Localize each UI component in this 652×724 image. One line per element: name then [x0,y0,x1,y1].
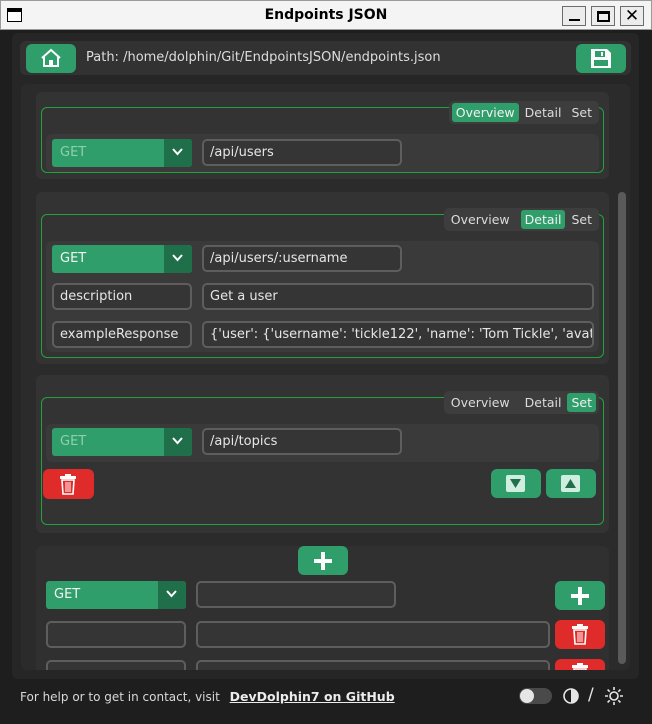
tab-set[interactable]: Set [567,210,596,229]
new-detail-value-field[interactable] [196,621,550,648]
github-link[interactable]: DevDolphin7 on GitHub [230,689,395,704]
tab-overview[interactable]: Overview [447,210,514,229]
tab-detail[interactable]: Detail [520,210,566,229]
trash-icon [572,663,588,670]
save-icon [591,49,611,68]
view-tabs: Overview Detail Set [443,208,599,231]
delete-endpoint-button[interactable] [43,469,94,499]
method-label: GET [60,434,87,449]
delete-detail-button[interactable] [555,620,605,649]
new-detail-key-field[interactable] [46,660,186,670]
maximize-button[interactable] [591,6,615,26]
detail-key-field[interactable]: description [52,283,192,310]
endpoint-row: GET /api/topics [46,424,599,462]
new-endpoint-section: GET [36,546,609,670]
method-chevron [164,245,192,273]
theme-toggle-knob [520,689,534,703]
new-method-dropdown[interactable]: GET [46,581,186,609]
plus-icon [314,552,332,570]
help-label: For help or to get in contact, visit [20,690,220,704]
endpoint-card: Overview Detail Set GET /api/users [36,92,609,179]
method-chevron [164,139,192,167]
window-titlebar: Endpoints JSON ✕ [0,0,652,30]
chevron-down-icon [172,254,183,262]
arrow-up-icon [565,479,576,488]
detail-value-field[interactable]: {'user': {'username': 'tickle122', 'name… [202,321,594,348]
light-mode-icon [605,687,623,705]
minimize-icon [569,19,580,21]
delete-detail-button[interactable] [555,659,605,670]
new-detail-value-field[interactable] [196,660,550,670]
detail-key-field[interactable]: exampleResponse [52,321,192,348]
add-endpoint-button[interactable] [298,546,348,575]
trash-icon [60,474,76,495]
theme-separator: / [588,685,594,705]
endpoint-card: Overview Detail Set GET /api/topics [36,375,609,533]
arrow-down-icon [510,479,521,488]
method-dropdown[interactable]: GET [52,428,192,456]
maximize-icon [597,11,610,22]
move-down-button[interactable] [491,469,541,498]
add-detail-button[interactable] [555,581,605,610]
chevron-down-icon [172,148,183,156]
endpoint-row: GET /api/users [46,134,599,172]
method-chevron [158,581,186,609]
tab-set[interactable]: Set [567,103,596,122]
method-label: GET [54,587,81,602]
save-button[interactable] [576,44,626,73]
close-icon: ✕ [624,6,640,26]
endpoint-path-field[interactable]: /api/users [202,139,402,166]
minimize-button[interactable] [562,6,586,26]
method-dropdown[interactable]: GET [52,139,192,167]
trash-icon [572,624,588,645]
app-window: Path: /home/dolphin/Git/EndpointsJSON/en… [12,33,639,679]
endpoint-card: Overview Detail Set GET /api/users/:user… [36,192,609,364]
window-title: Endpoints JSON [264,7,388,23]
home-icon [41,48,61,67]
home-button[interactable] [26,44,76,73]
tab-overview[interactable]: Overview [447,393,514,412]
endpoint-path-field[interactable]: /api/users/:username [202,245,402,272]
help-text: For help or to get in contact, visit Dev… [20,689,395,704]
endpoints-scroll-area[interactable]: Overview Detail Set GET /api/users Overv… [21,84,630,670]
tab-set[interactable]: Set [567,393,596,412]
tab-overview[interactable]: Overview [451,103,519,122]
detail-value-field[interactable]: Get a user [202,283,594,310]
file-path-label: Path: /home/dolphin/Git/EndpointsJSON/en… [86,50,441,65]
view-tabs: Overview Detail Set [448,101,599,124]
chevron-down-icon [172,437,183,445]
tab-detail[interactable]: Detail [521,103,566,122]
method-label: GET [60,251,87,266]
method-chevron [164,428,192,456]
path-bar: Path: /home/dolphin/Git/EndpointsJSON/en… [20,41,631,75]
footer: For help or to get in contact, visit Dev… [0,682,652,724]
new-detail-key-field[interactable] [46,621,186,648]
dark-mode-icon [563,688,579,704]
endpoint-path-field[interactable]: /api/topics [202,428,402,455]
close-button[interactable]: ✕ [620,6,644,26]
view-tabs: Overview Detail Set [443,391,599,414]
move-up-button[interactable] [546,469,596,498]
new-path-field[interactable] [196,581,396,608]
theme-toggle[interactable] [519,688,552,704]
method-label: GET [60,145,87,160]
chevron-down-icon [166,590,177,598]
endpoint-row: GET /api/users/:username description Get… [46,241,599,352]
plus-icon [571,587,589,605]
method-dropdown[interactable]: GET [52,245,192,273]
scrollbar-thumb[interactable] [618,192,626,664]
tab-detail[interactable]: Detail [521,393,566,412]
